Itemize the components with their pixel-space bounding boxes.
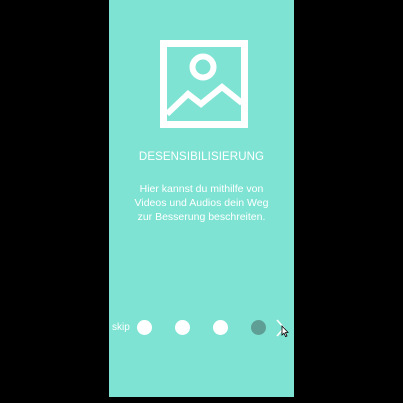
- page-title: DESENSIBILISIERUNG: [138, 151, 265, 163]
- image-placeholder-icon: [160, 40, 248, 128]
- onboarding-screen: DESENSIBILISIERUNG Hier kannst du mithil…: [109, 0, 294, 397]
- page-indicator-dot-3[interactable]: [213, 320, 228, 335]
- page-indicator-dot-4[interactable]: [251, 320, 266, 335]
- page-indicator-dot-2[interactable]: [175, 320, 190, 335]
- description-line: Hier kannst du mithilfe von: [139, 183, 264, 195]
- page-indicator-dot-1[interactable]: [137, 320, 152, 335]
- description-line: zur Besserung beschreiten.: [137, 211, 266, 223]
- stage: DESENSIBILISIERUNG Hier kannst du mithil…: [0, 0, 403, 403]
- page-description: Hier kannst du mithilfe von Videos und A…: [119, 182, 284, 224]
- chevron-right-icon[interactable]: [274, 318, 290, 338]
- description-line: Videos und Audios dein Weg: [134, 197, 269, 209]
- skip-button[interactable]: skip: [112, 322, 130, 333]
